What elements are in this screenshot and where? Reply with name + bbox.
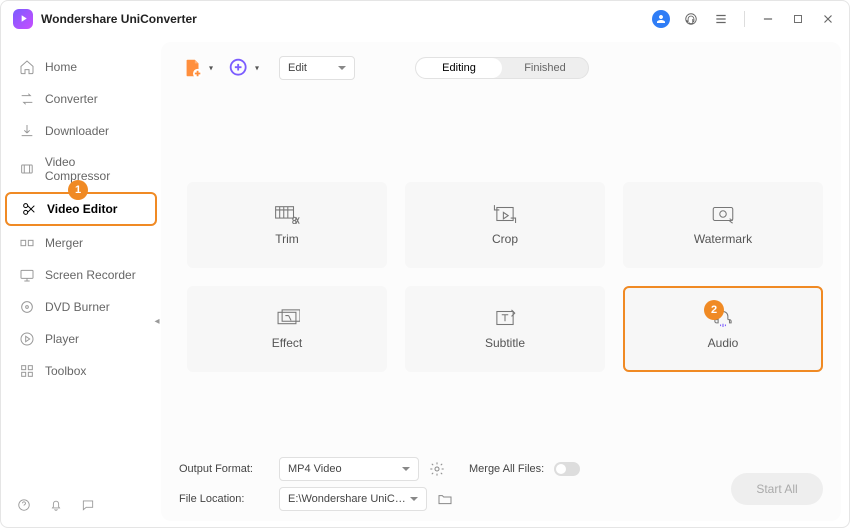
tile-label: Effect — [272, 336, 302, 350]
sidebar-item-dvd-burner[interactable]: DVD Burner — [5, 292, 157, 322]
tile-label: Audio — [708, 336, 739, 350]
app-title: Wondershare UniConverter — [41, 12, 197, 26]
sidebar-item-merger[interactable]: Merger — [5, 228, 157, 258]
open-folder-icon[interactable] — [437, 491, 453, 507]
maximize-button[interactable] — [789, 10, 807, 28]
file-location-value: E:\Wondershare UniConverter — [288, 493, 406, 505]
tile-audio[interactable]: Audio — [623, 286, 823, 372]
mode-dropdown-value: Edit — [288, 62, 307, 74]
menu-icon[interactable] — [712, 10, 730, 28]
tile-subtitle[interactable]: Subtitle — [405, 286, 605, 372]
add-file-button[interactable]: ▾ — [179, 54, 207, 82]
help-icon[interactable] — [17, 498, 31, 515]
output-format-label: Output Format: — [179, 463, 269, 475]
sidebar-item-label: Converter — [45, 92, 98, 106]
feedback-icon[interactable] — [81, 498, 95, 515]
sidebar-item-converter[interactable]: Converter — [5, 84, 157, 114]
sidebar-item-toolbox[interactable]: Toolbox — [5, 356, 157, 386]
sidebar-item-label: Downloader — [45, 124, 109, 138]
sidebar-item-label: Merger — [45, 236, 83, 250]
sidebar-item-screen-recorder[interactable]: Screen Recorder — [5, 260, 157, 290]
sidebar: Home Converter Downloader Video Compress… — [1, 36, 161, 527]
merge-files-toggle[interactable] — [554, 462, 580, 476]
support-icon[interactable] — [682, 10, 700, 28]
account-avatar[interactable] — [652, 10, 670, 28]
status-segmented: Editing Finished — [415, 57, 589, 79]
sidebar-item-label: Screen Recorder — [45, 268, 136, 282]
sidebar-collapse-handle[interactable]: ◂ — [153, 312, 161, 330]
sidebar-item-downloader[interactable]: Downloader — [5, 116, 157, 146]
annotation-badge-2: 2 — [704, 300, 724, 320]
file-location-dropdown[interactable]: E:\Wondershare UniConverter — [279, 487, 427, 511]
output-settings-icon[interactable] — [429, 461, 445, 477]
tile-label: Subtitle — [485, 336, 525, 350]
tile-crop[interactable]: Crop — [405, 182, 605, 268]
app-logo — [13, 9, 33, 29]
sidebar-item-label: DVD Burner — [45, 300, 110, 314]
tab-finished[interactable]: Finished — [502, 58, 588, 78]
tile-label: Crop — [492, 232, 518, 246]
close-button[interactable] — [819, 10, 837, 28]
sidebar-item-label: Player — [45, 332, 79, 346]
tile-effect[interactable]: Effect — [187, 286, 387, 372]
sidebar-item-label: Home — [45, 60, 77, 74]
minimize-button[interactable] — [759, 10, 777, 28]
sidebar-item-label: Video Editor — [47, 202, 117, 216]
tile-label: Trim — [275, 232, 299, 246]
file-location-label: File Location: — [179, 493, 269, 505]
output-format-dropdown[interactable]: MP4 Video — [279, 457, 419, 481]
tile-label: Watermark — [694, 232, 752, 246]
output-format-value: MP4 Video — [288, 463, 342, 475]
mode-dropdown[interactable]: Edit — [279, 56, 355, 80]
notifications-icon[interactable] — [49, 498, 63, 515]
tile-trim[interactable]: Trim — [187, 182, 387, 268]
sidebar-item-label: Video Compressor — [45, 155, 143, 183]
tab-editing[interactable]: Editing — [416, 58, 502, 78]
merge-files-label: Merge All Files: — [469, 463, 544, 475]
add-folder-button[interactable]: ▾ — [225, 54, 253, 82]
sidebar-item-home[interactable]: Home — [5, 52, 157, 82]
annotation-badge-1: 1 — [68, 180, 88, 200]
sidebar-item-player[interactable]: Player — [5, 324, 157, 354]
tile-watermark[interactable]: Watermark — [623, 182, 823, 268]
sidebar-item-label: Toolbox — [45, 364, 86, 378]
start-all-button[interactable]: Start All — [731, 473, 823, 505]
